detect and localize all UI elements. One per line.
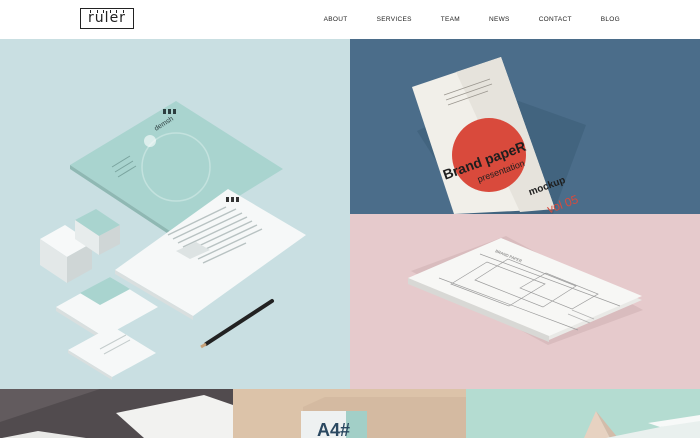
portfolio-tile-dark[interactable] xyxy=(0,389,233,438)
portfolio-tile-paper-stack[interactable]: BRAND PAPER xyxy=(350,214,700,389)
nav-news[interactable]: NEWS xyxy=(489,16,510,23)
mint-tile-image xyxy=(584,411,700,438)
stationery-mockup-image: demsh xyxy=(40,101,306,380)
brand-paper-mockup-image: Brand papeR presentation mockup vol 05 xyxy=(412,57,586,214)
nav-team[interactable]: TEAM xyxy=(441,16,460,23)
nav-services[interactable]: SERVICES xyxy=(377,16,412,23)
nav-blog[interactable]: BLOG xyxy=(601,16,620,23)
portfolio-tile-stationery[interactable]: demsh xyxy=(0,39,350,389)
dark-tile-image xyxy=(0,389,233,438)
main-nav: ABOUT SERVICES TEAM NEWS CONTACT BLOG xyxy=(324,0,620,39)
site-header: ruler ABOUT SERVICES TEAM NEWS CONTACT B… xyxy=(0,0,700,39)
a4-label: A4# xyxy=(317,420,350,438)
portfolio-tile-mint[interactable] xyxy=(466,389,700,438)
portfolio-tile-brand-paper[interactable]: Brand papeR presentation mockup vol 05 xyxy=(350,39,700,214)
a4-tile-image: A4# xyxy=(301,397,466,438)
logo-text: ruler xyxy=(80,8,134,29)
nav-contact[interactable]: CONTACT xyxy=(539,16,572,23)
paper-stack-mockup-image: BRAND PAPER xyxy=(408,236,643,345)
portfolio-tile-a4[interactable]: A4# xyxy=(233,389,466,438)
nav-about[interactable]: ABOUT xyxy=(324,16,348,23)
